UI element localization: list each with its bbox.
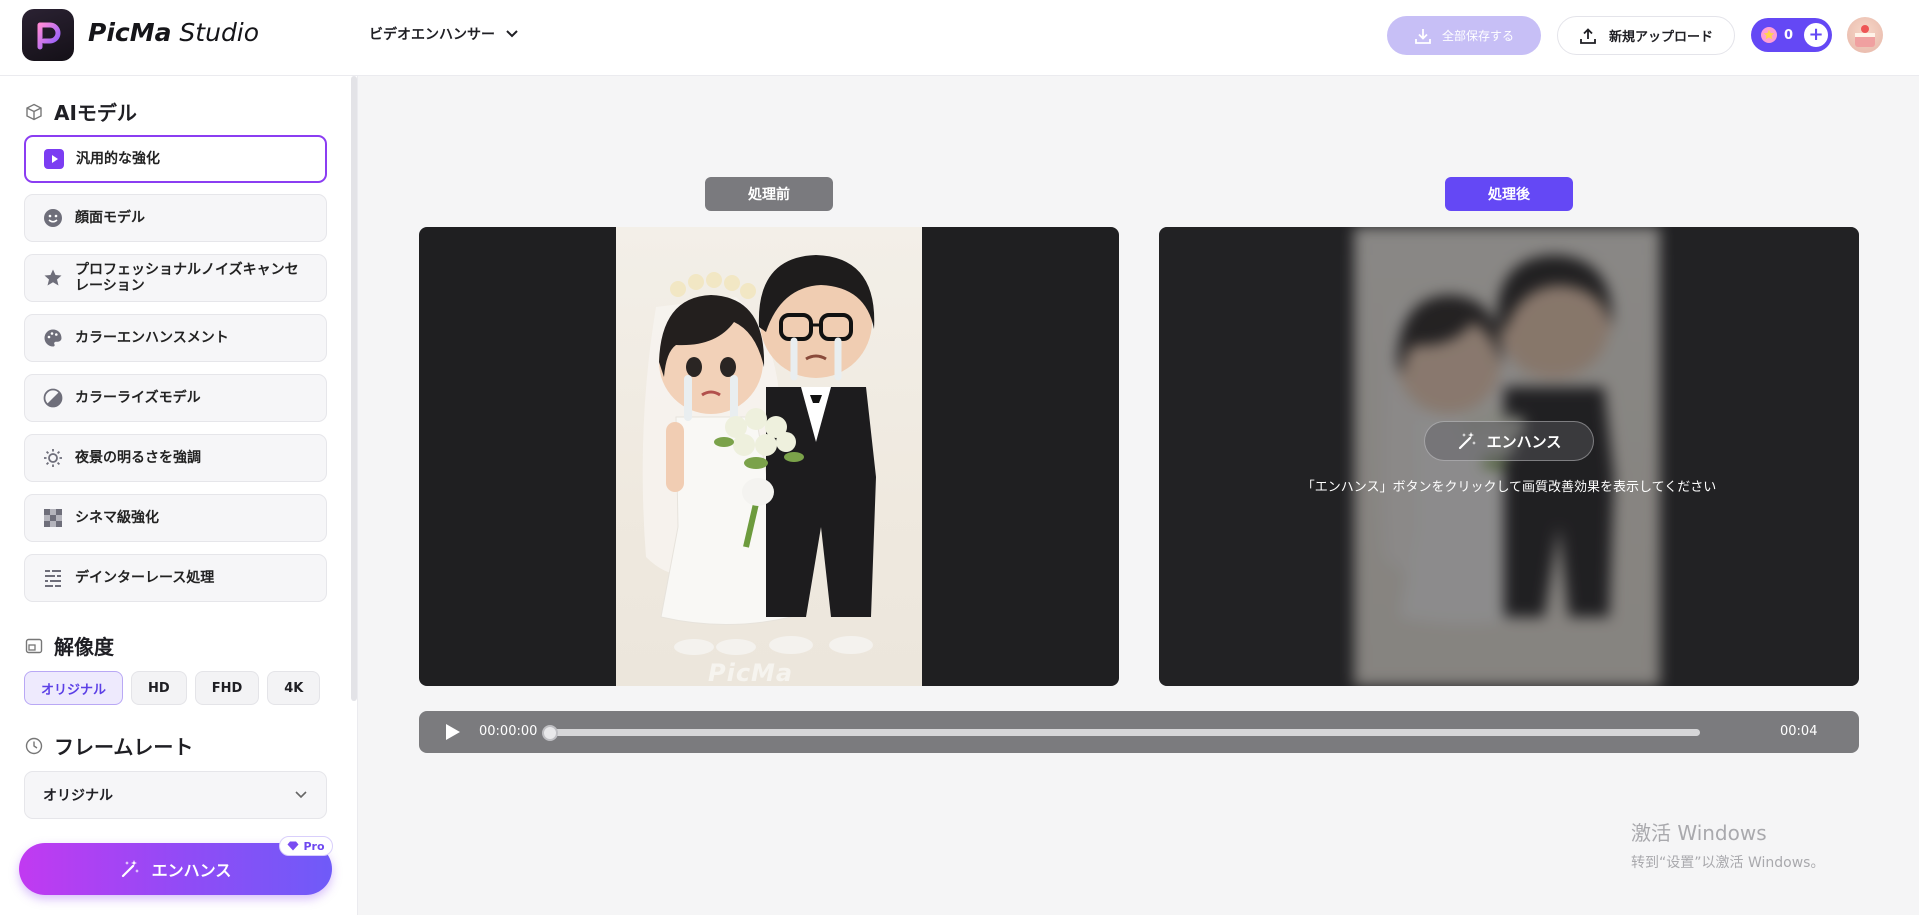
model-colorize[interactable]: カラーライズモデル <box>24 374 327 422</box>
model-label: プロフェッショナルノイズキャンセレーション <box>75 262 299 294</box>
resolution-fhd[interactable]: FHD <box>194 671 260 705</box>
credits-count: 0 <box>1784 27 1794 43</box>
model-label: シネマ級強化 <box>75 510 159 526</box>
windows-activation-notice: 激活 Windows 转到“设置”以激活 Windows。 <box>1631 817 1824 872</box>
clock-icon <box>24 736 44 756</box>
resolution-hd[interactable]: HD <box>131 671 187 705</box>
framerate-title: フレームレート <box>54 735 194 759</box>
model-face[interactable]: 顔面モデル <box>24 194 327 242</box>
model-label: 夜景の明るさを強調 <box>75 450 201 466</box>
diamond-icon <box>287 841 299 851</box>
upload-label: 新規アップロード <box>1608 30 1713 45</box>
top-bar: PicMa Studio ビデオエンハンサー 全部保存する 新規アップロード 0… <box>0 0 1919 76</box>
user-avatar[interactable] <box>1847 17 1883 53</box>
wedding-figures-image <box>642 255 876 655</box>
play-icon[interactable] <box>442 722 462 742</box>
brightness-icon <box>43 448 63 468</box>
pro-label: Pro <box>303 839 325 853</box>
enhance-label: エンハンス <box>151 861 232 880</box>
framerate-value: オリジナル <box>43 788 113 804</box>
model-label: デインターレース処理 <box>75 570 215 586</box>
before-preview-panel: PicMa <box>419 227 1119 686</box>
settings-sidebar: AIモデル 汎用的な強化 顔面モデル プロフェッショナルノイズキャンセレーション… <box>0 76 358 915</box>
tool-menu-label: ビデオエンハンサー <box>369 27 495 43</box>
upload-icon <box>1580 27 1596 44</box>
new-upload-button[interactable]: 新規アップロード <box>1557 16 1735 55</box>
resolution-options: オリジナル HD FHD 4K <box>24 671 321 705</box>
after-label: 処理後 <box>1445 177 1573 211</box>
tool-menu-dropdown[interactable]: ビデオエンハンサー <box>369 24 519 44</box>
overlay-enhance-button[interactable]: エンハンス <box>1424 421 1594 461</box>
model-deinterlace[interactable]: デインターレース処理 <box>24 554 327 602</box>
star-icon <box>43 268 63 288</box>
save-all-label: 全部保存する <box>1441 29 1514 43</box>
resolution-heading: 解像度 <box>24 631 114 660</box>
star-coin-icon <box>1761 27 1777 43</box>
model-label: カラーエンハンスメント <box>75 330 229 346</box>
resolution-original[interactable]: オリジナル <box>24 671 124 705</box>
checker-icon <box>43 508 63 528</box>
model-label: カラーライズモデル <box>75 390 201 406</box>
lines-icon <box>43 568 63 588</box>
video-player-bar: 00:00:00 00:04 <box>419 711 1859 753</box>
save-all-button[interactable]: 全部保存する <box>1387 16 1541 55</box>
model-general-enhance[interactable]: 汎用的な強化 <box>24 135 327 183</box>
activation-title: 激活 Windows <box>1631 821 1767 845</box>
colorize-icon <box>43 388 63 408</box>
overlay-enhance-label: エンハンス <box>1486 432 1562 451</box>
model-cinema-enhance[interactable]: シネマ級強化 <box>24 494 327 542</box>
download-icon <box>1415 28 1431 44</box>
video-frame-before: PicMa <box>616 227 922 686</box>
add-credits-icon[interactable]: + <box>1804 23 1828 47</box>
overlay-hint-text: 「エンハンス」ボタンをクリックして画質改善効果を表示してください <box>1301 480 1717 495</box>
ai-model-heading: AIモデル <box>24 97 137 126</box>
model-noise-cancellation[interactable]: プロフェッショナルノイズキャンセレーション <box>24 254 327 302</box>
face-icon <box>43 208 63 228</box>
end-time: 00:04 <box>1780 724 1818 739</box>
palette-icon <box>43 328 63 348</box>
sidebar-scrollbar[interactable] <box>351 76 357 701</box>
app-window: PicMa Studio ビデオエンハンサー 全部保存する 新規アップロード 0… <box>0 0 1919 915</box>
model-label: 顔面モデル <box>75 210 145 226</box>
magic-wand-icon <box>1458 432 1476 450</box>
framerate-heading: フレームレート <box>24 731 193 760</box>
pro-badge: Pro <box>279 836 333 856</box>
chevron-down-icon <box>506 30 518 38</box>
picma-logo-icon <box>22 9 74 61</box>
brand-suffix: Studio <box>179 18 260 47</box>
before-label: 処理前 <box>705 177 833 211</box>
resolution-4k[interactable]: 4K <box>267 671 321 705</box>
chevron-down-icon <box>295 791 307 799</box>
current-time: 00:00:00 <box>479 724 538 739</box>
picma-watermark: PicMa <box>708 659 794 686</box>
resolution-title: 解像度 <box>54 635 114 659</box>
play-icon <box>44 149 64 169</box>
model-color-enhance[interactable]: カラーエンハンスメント <box>24 314 327 362</box>
resolution-icon <box>24 636 44 656</box>
progress-track[interactable] <box>550 729 1700 736</box>
model-night-brightness[interactable]: 夜景の明るさを強調 <box>24 434 327 482</box>
framerate-select[interactable]: オリジナル <box>24 771 327 819</box>
ai-model-title: AIモデル <box>54 101 137 125</box>
credits-badge[interactable]: 0 + <box>1751 18 1832 52</box>
cube-icon <box>24 102 44 122</box>
magic-wand-icon <box>121 860 139 878</box>
activation-subtitle: 转到“设置”以激活 Windows。 <box>1631 855 1825 871</box>
brand-title: PicMa Studio <box>88 18 259 47</box>
brand-name: PicMa <box>88 18 172 47</box>
progress-thumb[interactable] <box>542 725 558 741</box>
model-label: 汎用的な強化 <box>76 151 160 167</box>
